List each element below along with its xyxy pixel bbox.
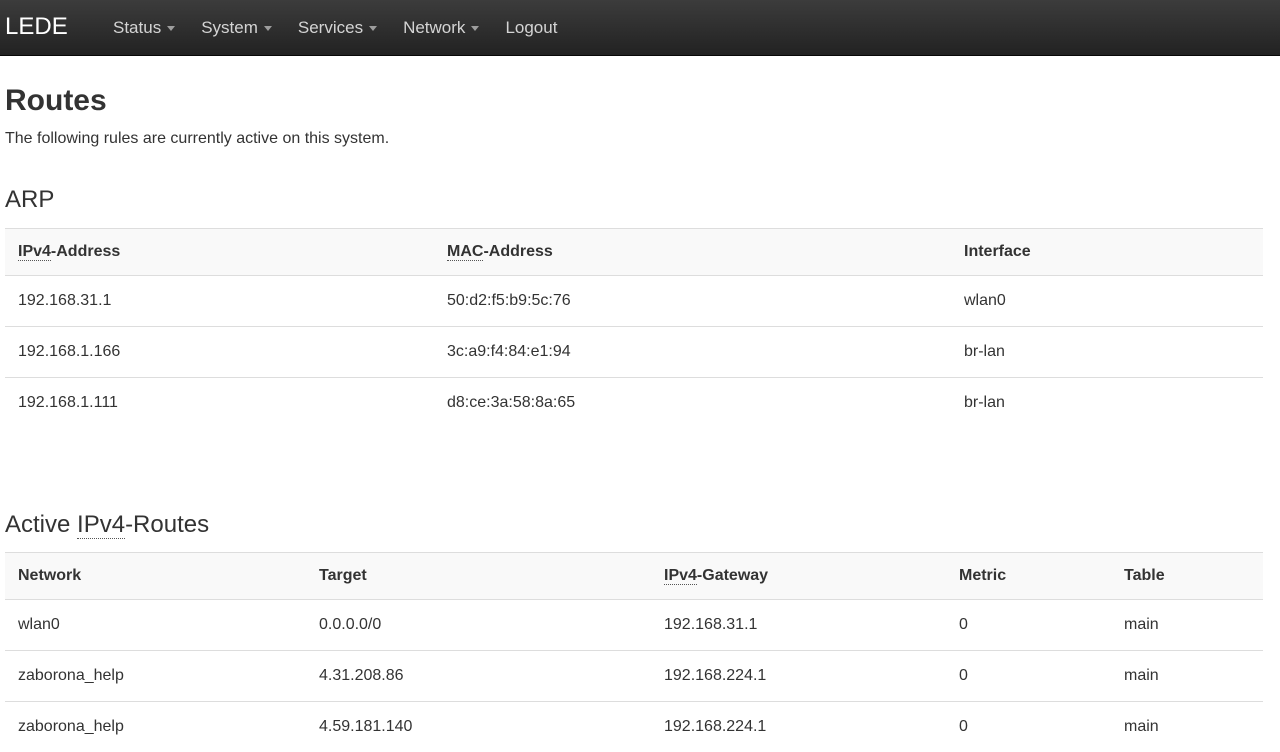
ipv4-abbr: IPv4	[77, 511, 125, 539]
routes-section-title: Active IPv4-Routes	[5, 511, 209, 539]
table-row: 192.168.31.1 50:d2:f5:b9:5c:76 wlan0	[5, 276, 1263, 327]
menu-logout-label: Logout	[505, 18, 557, 38]
table-row: zaborona_help 4.59.181.140 192.168.224.1…	[5, 702, 1263, 752]
col-header-ipv4-gateway: IPv4-Gateway	[651, 553, 946, 600]
routes-table: Network Target IPv4-Gateway Metric Table…	[5, 552, 1263, 752]
table-row: zaborona_help 4.31.208.86 192.168.224.1 …	[5, 651, 1263, 702]
arp-table: IPv4-Address MAC-Address Interface 192.1…	[5, 228, 1263, 428]
menu-services[interactable]: Services	[285, 0, 390, 55]
cell-table: main	[1111, 600, 1263, 651]
cell-interface: wlan0	[951, 276, 1263, 327]
menu-status[interactable]: Status	[100, 0, 188, 55]
cell-network: zaborona_help	[5, 702, 306, 752]
caret-down-icon	[167, 26, 175, 31]
menu-system-label: System	[201, 18, 258, 38]
cell-ip: 192.168.1.111	[5, 378, 434, 429]
cell-network: wlan0	[5, 600, 306, 651]
col-header-network: Network	[5, 553, 306, 600]
page-title: Routes	[5, 84, 107, 118]
col-header-interface: Interface	[951, 229, 1263, 276]
cell-interface: br-lan	[951, 378, 1263, 429]
table-row: 192.168.1.111 d8:ce:3a:58:8a:65 br-lan	[5, 378, 1263, 429]
col-header-gateway-rest: -Gateway	[697, 567, 768, 584]
table-row: wlan0 0.0.0.0/0 192.168.31.1 0 main	[5, 600, 1263, 651]
cell-gateway: 192.168.224.1	[651, 651, 946, 702]
cell-metric: 0	[946, 702, 1111, 752]
cell-ip: 192.168.31.1	[5, 276, 434, 327]
top-navbar: LEDE Status System Services Network Logo…	[0, 0, 1280, 56]
cell-mac: d8:ce:3a:58:8a:65	[434, 378, 951, 429]
col-header-metric: Metric	[946, 553, 1111, 600]
menu-network-label: Network	[403, 18, 465, 38]
cell-gateway: 192.168.31.1	[651, 600, 946, 651]
routes-title-prefix: Active	[5, 511, 77, 538]
cell-network: zaborona_help	[5, 651, 306, 702]
table-row: 192.168.1.166 3c:a9:f4:84:e1:94 br-lan	[5, 327, 1263, 378]
cell-mac: 3c:a9:f4:84:e1:94	[434, 327, 951, 378]
mac-abbr: MAC	[447, 243, 483, 261]
col-header-mac-address: MAC-Address	[434, 229, 951, 276]
menu-logout[interactable]: Logout	[492, 0, 570, 55]
ipv4-abbr: IPv4	[664, 567, 697, 585]
caret-down-icon	[264, 26, 272, 31]
cell-metric: 0	[946, 651, 1111, 702]
menu-services-label: Services	[298, 18, 363, 38]
cell-mac: 50:d2:f5:b9:5c:76	[434, 276, 951, 327]
col-header-ipv4-address: IPv4-Address	[5, 229, 434, 276]
col-header-ipv4-rest: -Address	[51, 243, 120, 260]
menu-system[interactable]: System	[188, 0, 285, 55]
brand-logo[interactable]: LEDE	[5, 13, 68, 41]
cell-target: 4.59.181.140	[306, 702, 651, 752]
col-header-mac-rest: -Address	[483, 243, 552, 260]
col-header-table: Table	[1111, 553, 1263, 600]
cell-interface: br-lan	[951, 327, 1263, 378]
menu-network[interactable]: Network	[390, 0, 492, 55]
cell-target: 0.0.0.0/0	[306, 600, 651, 651]
page-description: The following rules are currently active…	[5, 130, 389, 148]
routes-title-suffix: -Routes	[125, 511, 209, 538]
cell-metric: 0	[946, 600, 1111, 651]
cell-gateway: 192.168.224.1	[651, 702, 946, 752]
arp-section-title: ARP	[5, 186, 54, 214]
caret-down-icon	[471, 26, 479, 31]
menu-status-label: Status	[113, 18, 161, 38]
cell-ip: 192.168.1.166	[5, 327, 434, 378]
main-menu: Status System Services Network Logout	[100, 0, 570, 55]
table-header-row: IPv4-Address MAC-Address Interface	[5, 229, 1263, 276]
cell-table: main	[1111, 651, 1263, 702]
cell-table: main	[1111, 702, 1263, 752]
col-header-target: Target	[306, 553, 651, 600]
cell-target: 4.31.208.86	[306, 651, 651, 702]
table-header-row: Network Target IPv4-Gateway Metric Table	[5, 553, 1263, 600]
ipv4-abbr: IPv4	[18, 243, 51, 261]
caret-down-icon	[369, 26, 377, 31]
